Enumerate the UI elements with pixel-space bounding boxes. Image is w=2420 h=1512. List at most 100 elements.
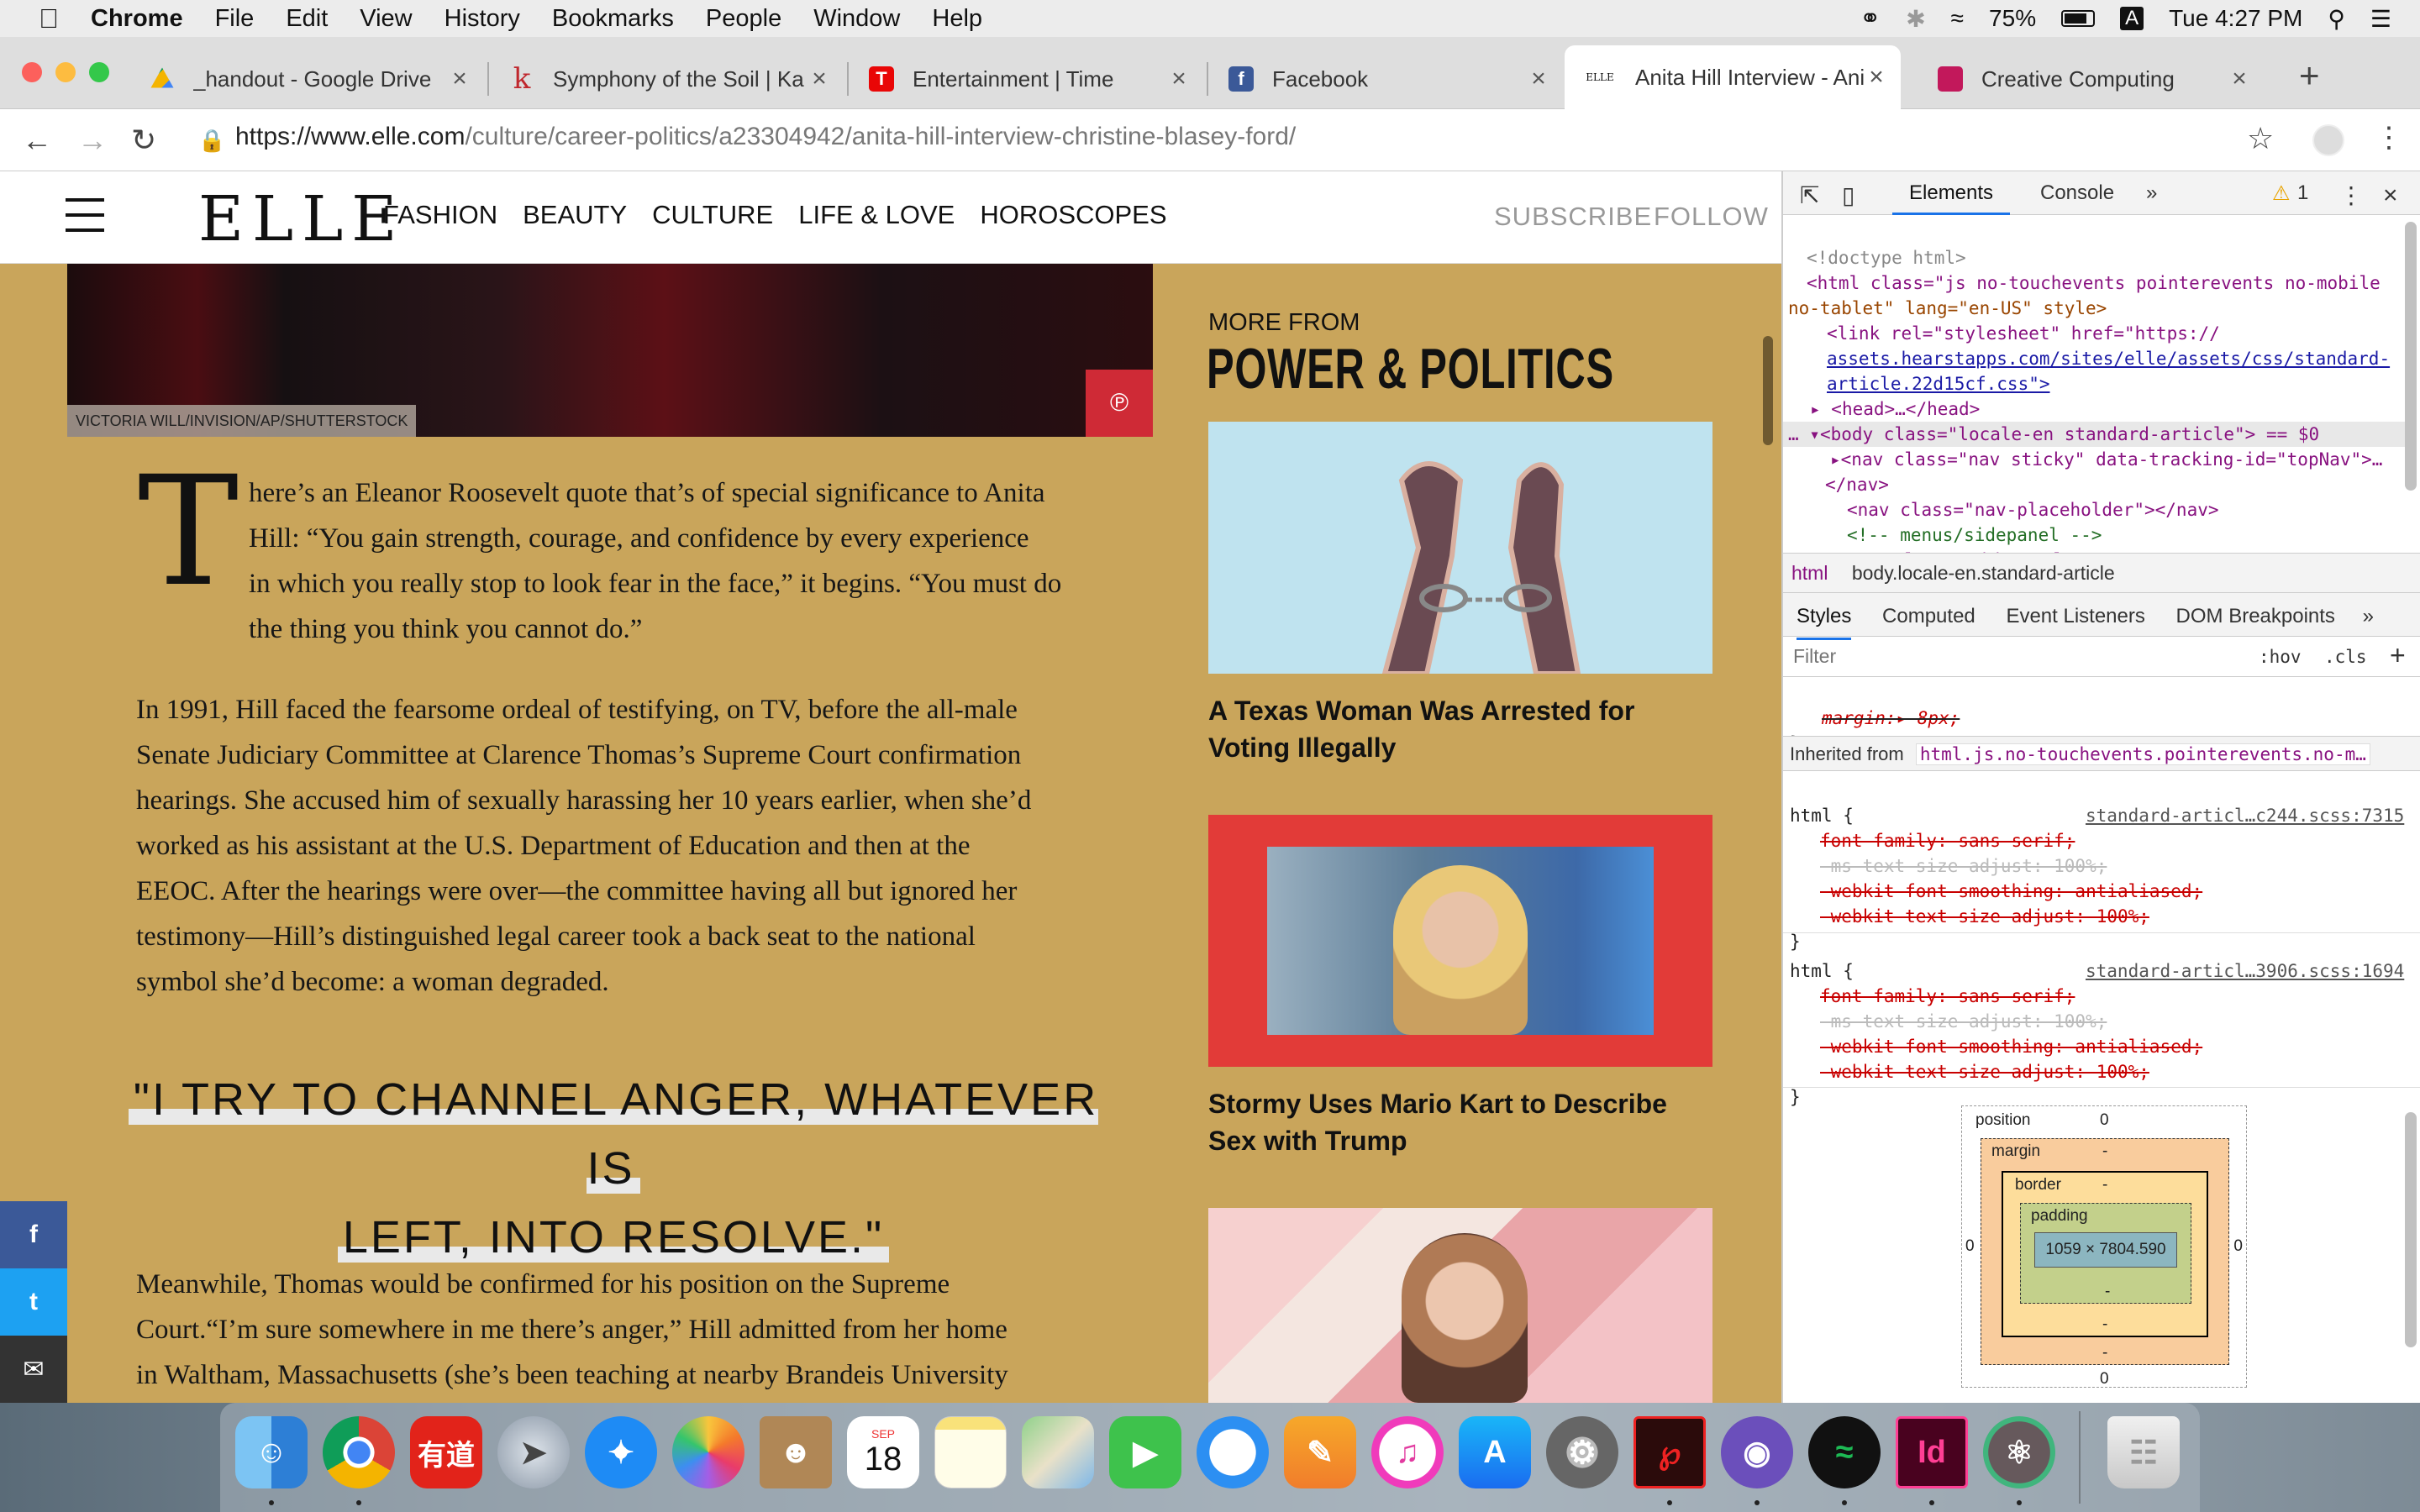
tab-symphony-of-the-soil[interactable]: k Symphony of the Soil | Ka × <box>491 49 844 109</box>
pages-icon[interactable]: ✎ <box>1284 1416 1356 1488</box>
rule-source-link[interactable]: standard-articl…3906.scss:1694 <box>2086 958 2404 984</box>
maps-icon[interactable] <box>1022 1416 1094 1488</box>
css-declaration[interactable]: -webkit-text-size-adjust: 100%; <box>1783 904 2420 929</box>
elle-logo[interactable]: ELLE <box>198 183 405 255</box>
minimize-window-button[interactable] <box>55 62 76 82</box>
dom-node[interactable]: <!doctype html> <box>1783 245 2405 270</box>
close-window-button[interactable] <box>22 62 42 82</box>
close-tab-icon[interactable]: × <box>447 65 472 93</box>
dom-node[interactable]: ▸ <head>…</head> <box>1783 396 2405 422</box>
notification-center-icon[interactable]: ☰ <box>2370 5 2391 33</box>
bookmark-star-icon[interactable]: ☆ <box>2247 121 2274 156</box>
menu-app-name[interactable]: Chrome <box>91 5 183 33</box>
facebook-share-icon[interactable]: f <box>0 1201 67 1268</box>
tab-entertainment-time[interactable]: T Entertainment | Time × <box>850 49 1203 109</box>
itunes-icon[interactable]: ♫ <box>1371 1416 1444 1488</box>
dom-node[interactable]: <html class="js no-touchevents pointerev… <box>1783 270 2405 296</box>
contacts-icon[interactable]: ☻ <box>760 1416 832 1488</box>
subtab-styles[interactable]: Styles <box>1797 605 1852 640</box>
styles-filter-input[interactable] <box>1793 645 2230 668</box>
nav-life-and-love[interactable]: LIFE & LOVE <box>798 200 955 230</box>
warning-count[interactable]: 1 <box>2297 181 2308 205</box>
dom-scrollbar[interactable] <box>2405 222 2417 491</box>
section-title[interactable]: POWER & POLITICS <box>1207 336 1614 402</box>
tab-facebook[interactable]: f Facebook × <box>1210 49 1563 109</box>
page-scrollbar[interactable] <box>1763 336 1773 445</box>
notes-icon[interactable] <box>934 1416 1007 1488</box>
nav-beauty[interactable]: BEAUTY <box>523 200 627 230</box>
input-source-indicator[interactable]: A <box>2120 7 2144 30</box>
box-model-content[interactable]: 1059 × 7804.590 <box>2034 1232 2177 1268</box>
rule-source-link[interactable]: standard-articl…c244.scss:7315 <box>2086 803 2404 828</box>
rule-selector[interactable]: html {standard-articl…3906.scss:1694 <box>1783 958 2420 984</box>
related-article-card[interactable]: A Texas Woman Was Arrested for Voting Il… <box>1208 422 1712 766</box>
dom-comment[interactable]: <!-- menus/sidepanel --> <box>1783 522 2405 548</box>
inspect-element-icon[interactable]: ⇱ <box>1800 181 1819 209</box>
css-declaration[interactable]: -ms-text-size-adjust: 100%; <box>1783 1009 2420 1034</box>
position-value[interactable]: 0 <box>1965 1237 1975 1256</box>
rule-selector[interactable]: html {standard-articl…c244.scss:7315 <box>1783 803 2420 828</box>
class-toggle[interactable]: .cls <box>2324 647 2367 667</box>
url-field[interactable]: https://www.elle.com/culture/career-poli… <box>235 123 1296 151</box>
menu-bookmarks[interactable]: Bookmarks <box>552 5 674 33</box>
box-model-border[interactable]: border - - padding - 1059 × 7804.590 <box>2002 1171 2208 1337</box>
close-tab-icon[interactable]: × <box>1526 65 1551 93</box>
close-tab-icon[interactable]: × <box>2227 65 2252 93</box>
zoom-window-button[interactable] <box>89 62 109 82</box>
spotlight-search-icon[interactable]: ⚲ <box>2328 5 2345 33</box>
nav-fashion[interactable]: FASHION <box>383 200 497 230</box>
close-tab-icon[interactable]: × <box>1864 63 1889 92</box>
battery-icon[interactable] <box>2061 10 2096 27</box>
dom-node[interactable]: assets.hearstapps.com/sites/elle/assets/… <box>1783 346 2405 371</box>
tab-google-drive[interactable]: _handout - Google Drive × <box>131 49 484 109</box>
chrome-menu-icon[interactable]: ⋮ <box>2375 121 2403 155</box>
menu-window[interactable]: Window <box>813 5 900 33</box>
related-article-card[interactable]: Stormy Uses Mario Kart to Describe Sex w… <box>1208 815 1712 1159</box>
messages-icon[interactable] <box>1197 1416 1269 1488</box>
dom-node[interactable]: no-tablet" lang="en-US" style> <box>1783 296 2405 321</box>
creative-cloud-icon[interactable]: ⚭ <box>1860 4 1881 34</box>
box-model-margin[interactable]: margin - - border - - padding - 1059 × 7… <box>1981 1138 2229 1365</box>
breadcrumb-item[interactable]: body.locale-en.standard-article <box>1852 562 2115 584</box>
menu-edit[interactable]: Edit <box>286 5 328 33</box>
menu-people[interactable]: People <box>706 5 781 33</box>
more-tabs-icon[interactable]: » <box>2146 181 2157 205</box>
subtab-event-listeners[interactable]: Event Listeners <box>2006 605 2144 627</box>
card-caption[interactable]: A Texas Woman Was Arrested for Voting Il… <box>1208 692 1712 766</box>
devtools-menu-icon[interactable]: ⋮ <box>2339 181 2363 209</box>
reload-icon[interactable]: ↻ <box>131 123 156 158</box>
inherited-element-link[interactable]: html.js.no-touchevents.pointerevents.no-… <box>1915 743 2370 765</box>
tab-elements[interactable]: Elements <box>1892 171 2011 215</box>
subtab-dom-breakpoints[interactable]: DOM Breakpoints <box>2176 605 2335 627</box>
close-tab-icon[interactable]: × <box>1166 65 1192 93</box>
menu-help[interactable]: Help <box>932 5 982 33</box>
indesign-icon[interactable]: Id <box>1896 1416 1968 1488</box>
subtab-computed[interactable]: Computed <box>1882 605 1975 627</box>
css-declaration[interactable]: margin:▸ 8px; <box>1783 706 2420 731</box>
photos-icon[interactable] <box>672 1416 744 1488</box>
trash-icon[interactable]: ☷ <box>2107 1416 2180 1488</box>
menu-history[interactable]: History <box>445 5 520 33</box>
twitter-share-icon[interactable]: t <box>0 1268 67 1336</box>
new-style-rule-icon[interactable]: + <box>2390 640 2406 671</box>
github-icon[interactable]: ◉ <box>1721 1416 1793 1488</box>
css-declaration[interactable]: -webkit-font-smoothing: antialiased; <box>1783 1034 2420 1059</box>
calendar-icon[interactable]: SEP 18 <box>847 1416 919 1488</box>
apple-icon[interactable]:  <box>32 3 66 34</box>
css-declaration[interactable]: -webkit-text-size-adjust: 100%; <box>1783 1059 2420 1084</box>
system-preferences-icon[interactable]: ⚙ <box>1546 1416 1618 1488</box>
css-declaration[interactable]: -ms-text-size-adjust: 100%; <box>1783 853 2420 879</box>
css-declaration[interactable]: -webkit-font-smoothing: antialiased; <box>1783 879 2420 904</box>
spotify-icon[interactable]: ≈ <box>1808 1416 1881 1488</box>
facetime-icon[interactable]: ▶ <box>1109 1416 1181 1488</box>
subscribe-link[interactable]: SUBSCRIBE <box>1494 202 1652 232</box>
css-declaration[interactable]: font-family: sans-serif; <box>1783 828 2420 853</box>
bluetooth-icon[interactable]: ✱ <box>1906 5 1925 33</box>
youdao-icon[interactable]: 有道 <box>410 1416 482 1488</box>
app-store-icon[interactable]: A <box>1459 1416 1531 1488</box>
wifi-icon[interactable]: ≈ <box>1951 5 1964 32</box>
breadcrumb-item[interactable]: html <box>1791 562 1828 584</box>
dom-node[interactable]: article.22d15cf.css"> <box>1783 371 2405 396</box>
acrobat-icon[interactable]: ℘ <box>1634 1416 1706 1488</box>
warning-icon[interactable]: ⚠ <box>2272 181 2291 206</box>
